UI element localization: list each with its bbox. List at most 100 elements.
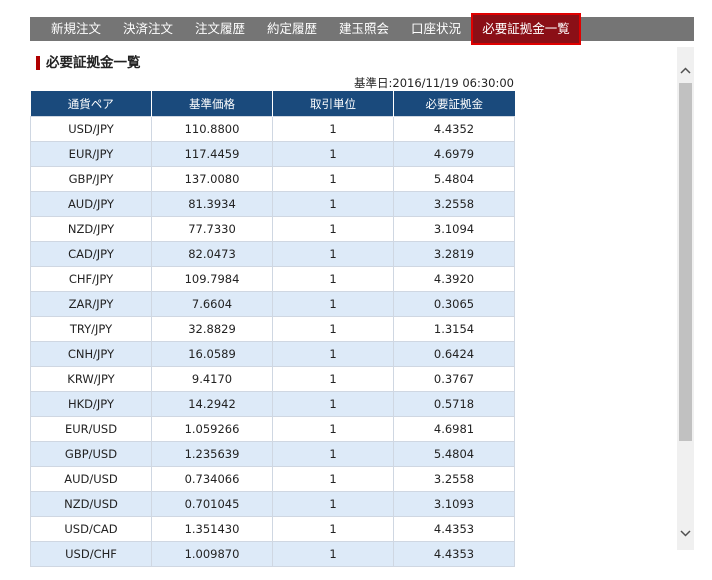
currency-pair-cell: CAD/JPY (30, 241, 152, 267)
currency-pair-cell: EUR/USD (30, 416, 152, 442)
required-margin-cell: 3.2819 (393, 241, 515, 267)
required-margin-cell: 0.5718 (393, 391, 515, 417)
table-row: EUR/USD 1.059266 1 4.6981 (30, 416, 515, 442)
base-price-cell: 110.8800 (151, 116, 273, 142)
required-margin-cell: 4.6979 (393, 141, 515, 167)
currency-pair-cell: USD/JPY (30, 116, 152, 142)
currency-pair-cell: GBP/JPY (30, 166, 152, 192)
table-row: ZAR/JPY 7.6604 1 0.3065 (30, 291, 515, 317)
required-margin-cell: 0.3065 (393, 291, 515, 317)
base-price-cell: 109.7984 (151, 266, 273, 292)
table-row: USD/JPY 110.8800 1 4.4352 (30, 116, 515, 142)
scrollbar[interactable] (677, 47, 694, 550)
required-margin-cell: 4.3920 (393, 266, 515, 292)
tab-account-status[interactable]: 口座状況 (400, 17, 472, 41)
required-margin-cell: 5.4804 (393, 166, 515, 192)
currency-pair-cell: NZD/USD (30, 491, 152, 517)
trade-unit-cell: 1 (272, 241, 394, 267)
title-accent-bar (36, 56, 40, 70)
header-required-margin: 必要証拠金 (393, 91, 515, 117)
trade-unit-cell: 1 (272, 141, 394, 167)
currency-pair-cell: ZAR/JPY (30, 291, 152, 317)
table-row: USD/CHF 1.009870 1 4.4353 (30, 541, 515, 567)
trade-unit-cell: 1 (272, 216, 394, 242)
base-price-cell: 77.7330 (151, 216, 273, 242)
chevron-up-icon[interactable] (677, 62, 694, 79)
trade-unit-cell: 1 (272, 416, 394, 442)
table-row: GBP/JPY 137.0080 1 5.4804 (30, 166, 515, 192)
page-title-text: 必要証拠金一覧 (46, 55, 141, 71)
currency-pair-cell: USD/CHF (30, 541, 152, 567)
currency-pair-cell: USD/CAD (30, 516, 152, 542)
trade-unit-cell: 1 (272, 191, 394, 217)
currency-pair-cell: KRW/JPY (30, 366, 152, 392)
base-price-cell: 9.4170 (151, 366, 273, 392)
currency-pair-cell: GBP/USD (30, 441, 152, 467)
table-body: USD/JPY 110.8800 1 4.4352 EUR/JPY 117.4459 1 4.… (30, 116, 515, 567)
base-price-cell: 1.351430 (151, 516, 273, 542)
currency-pair-cell: TRY/JPY (30, 316, 152, 342)
tab-settlement-order[interactable]: 決済注文 (112, 17, 184, 41)
required-margin-cell: 0.6424 (393, 341, 515, 367)
scroll-thumb[interactable] (679, 83, 692, 441)
base-date-value: 2016/11/19 06:30:00 (392, 76, 514, 90)
trade-unit-cell: 1 (272, 341, 394, 367)
base-price-cell: 1.059266 (151, 416, 273, 442)
table-row: HKD/JPY 14.2942 1 0.5718 (30, 391, 515, 417)
required-margin-cell: 1.3154 (393, 316, 515, 342)
trade-unit-cell: 1 (272, 491, 394, 517)
base-price-cell: 0.734066 (151, 466, 273, 492)
tab-bar: 新規注文 決済注文 注文履歴 約定履歴 建玉照会 口座状況 必要証拠金一覧 (30, 13, 694, 45)
trade-unit-cell: 1 (272, 166, 394, 192)
table-row: KRW/JPY 9.4170 1 0.3767 (30, 366, 515, 392)
tab-order-history[interactable]: 注文履歴 (184, 17, 256, 41)
trade-unit-cell: 1 (272, 516, 394, 542)
table-row: USD/CAD 1.351430 1 4.4353 (30, 516, 515, 542)
tab-new-order[interactable]: 新規注文 (40, 17, 112, 41)
base-price-cell: 137.0080 (151, 166, 273, 192)
trade-unit-cell: 1 (272, 391, 394, 417)
chevron-down-icon[interactable] (677, 525, 694, 542)
trade-unit-cell: 1 (272, 366, 394, 392)
base-price-cell: 32.8829 (151, 316, 273, 342)
required-margin-cell: 4.4352 (393, 116, 515, 142)
base-price-cell: 1.009870 (151, 541, 273, 567)
required-margin-cell: 3.2558 (393, 466, 515, 492)
tab-required-margin-list[interactable]: 必要証拠金一覧 (471, 13, 581, 45)
base-date-label: 基準日: (354, 76, 393, 90)
trade-unit-cell: 1 (272, 266, 394, 292)
currency-pair-cell: EUR/JPY (30, 141, 152, 167)
required-margin-cell: 4.4353 (393, 541, 515, 567)
tab-execution-history[interactable]: 約定履歴 (256, 17, 328, 41)
table-row: CHF/JPY 109.7984 1 4.3920 (30, 266, 515, 292)
base-price-cell: 117.4459 (151, 141, 273, 167)
table-row: EUR/JPY 117.4459 1 4.6979 (30, 141, 515, 167)
table-row: NZD/USD 0.701045 1 3.1093 (30, 491, 515, 517)
currency-pair-cell: AUD/JPY (30, 191, 152, 217)
trade-unit-cell: 1 (272, 441, 394, 467)
currency-pair-cell: CNH/JPY (30, 341, 152, 367)
table-header-row: 通貨ペア 基準価格 取引単位 必要証拠金 (30, 91, 515, 117)
trade-unit-cell: 1 (272, 291, 394, 317)
base-price-cell: 1.235639 (151, 441, 273, 467)
table-row: TRY/JPY 32.8829 1 1.3154 (30, 316, 515, 342)
base-price-cell: 7.6604 (151, 291, 273, 317)
base-price-cell: 81.3934 (151, 191, 273, 217)
required-margin-cell: 3.1094 (393, 216, 515, 242)
required-margin-cell: 0.3767 (393, 366, 515, 392)
table-row: GBP/USD 1.235639 1 5.4804 (30, 441, 515, 467)
page-title: 必要証拠金一覧 (36, 55, 141, 71)
required-margin-table: 通貨ペア 基準価格 取引単位 必要証拠金 USD/JPY 110.8800 1 4.4… (30, 91, 515, 567)
trade-unit-cell: 1 (272, 541, 394, 567)
trade-unit-cell: 1 (272, 316, 394, 342)
required-margin-cell: 3.2558 (393, 191, 515, 217)
base-price-cell: 14.2942 (151, 391, 273, 417)
currency-pair-cell: AUD/USD (30, 466, 152, 492)
header-trade-unit: 取引単位 (272, 91, 394, 117)
tab-position-inquiry[interactable]: 建玉照会 (328, 17, 400, 41)
base-date: 基準日:2016/11/19 06:30:00 (354, 75, 514, 91)
header-currency-pair: 通貨ペア (30, 91, 152, 117)
base-price-cell: 82.0473 (151, 241, 273, 267)
base-price-cell: 0.701045 (151, 491, 273, 517)
required-margin-cell: 3.1093 (393, 491, 515, 517)
